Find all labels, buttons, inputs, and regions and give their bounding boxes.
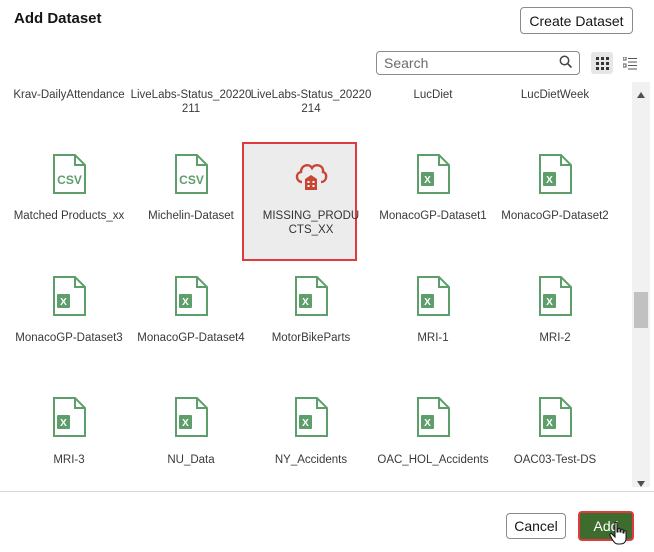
- excel-file-icon: X: [537, 276, 573, 316]
- grid-view-icon[interactable]: [591, 52, 613, 74]
- svg-text:X: X: [182, 297, 189, 308]
- dataset-label: LiveLabs-Status_20220211: [130, 89, 252, 115]
- svg-text:CSV: CSV: [57, 173, 82, 187]
- excel-file-icon: X: [537, 397, 573, 437]
- dataset-label: OAC_HOL_Accidents: [377, 454, 489, 466]
- search-box[interactable]: [376, 51, 580, 75]
- dataset-label: Matched Products_xx: [13, 210, 125, 222]
- svg-text:X: X: [302, 297, 309, 308]
- cancel-button[interactable]: Cancel: [506, 513, 566, 539]
- dataset-label: OAC03-Test-DS: [513, 454, 597, 466]
- search-icon[interactable]: [559, 55, 573, 74]
- svg-text:X: X: [424, 418, 431, 429]
- excel-file-icon: X: [415, 397, 451, 437]
- excel-file-icon: X: [293, 397, 329, 437]
- list-view-icon[interactable]: [619, 52, 641, 74]
- dataset-label: MRI-1: [417, 332, 449, 344]
- csv-file-icon: CSV: [51, 154, 87, 194]
- svg-text:X: X: [424, 175, 431, 186]
- excel-file-icon: X: [415, 154, 451, 194]
- dataset-label: NY_Accidents: [274, 454, 348, 466]
- hand-cursor-icon: [609, 521, 629, 550]
- svg-text:X: X: [546, 418, 553, 429]
- dataset-label: MonacoGP-Dataset4: [137, 332, 245, 344]
- dataset-label: MonacoGP-Dataset1: [379, 210, 487, 222]
- dataset-label: Michelin-Dataset: [148, 210, 234, 222]
- excel-file-icon: X: [537, 154, 573, 194]
- dataset-label: LiveLabs-Status_20220214: [250, 89, 372, 115]
- dataset-label: MRI-3: [53, 454, 85, 466]
- search-input[interactable]: [384, 53, 554, 73]
- dataset-label: MotorBikeParts: [271, 332, 351, 344]
- csv-file-icon: CSV: [173, 154, 209, 194]
- excel-file-icon: X: [51, 397, 87, 437]
- create-dataset-button[interactable]: Create Dataset: [520, 7, 633, 34]
- cloud-database-icon: [293, 154, 329, 194]
- dataset-label: MonacoGP-Dataset3: [15, 332, 123, 344]
- dataset-label: MonacoGP-Dataset2: [501, 210, 609, 222]
- dataset-grid: Krav-DailyAttendance LiveLabs-Status_2022…: [0, 82, 632, 487]
- dataset-label: LucDiet: [413, 89, 453, 101]
- svg-text:CSV: CSV: [179, 173, 204, 187]
- svg-text:X: X: [60, 297, 67, 308]
- dataset-label: NU_Data: [167, 454, 215, 466]
- dataset-label: Krav-DailyAttendance: [13, 89, 125, 101]
- svg-text:X: X: [546, 175, 553, 186]
- scrollbar[interactable]: [632, 82, 650, 487]
- scrollbar-thumb[interactable]: [634, 292, 648, 328]
- dataset-label: MISSING_PRODUCTS_XX: [262, 210, 360, 236]
- excel-file-icon: X: [173, 276, 209, 316]
- svg-text:X: X: [424, 297, 431, 308]
- excel-file-icon: X: [51, 276, 87, 316]
- dataset-label: LucDietWeek: [520, 89, 590, 101]
- svg-text:X: X: [546, 297, 553, 308]
- excel-file-icon: X: [415, 276, 451, 316]
- svg-text:X: X: [60, 418, 67, 429]
- dialog-title: Add Dataset: [14, 10, 102, 27]
- excel-file-icon: X: [173, 397, 209, 437]
- dataset-label: MRI-2: [539, 332, 571, 344]
- svg-text:X: X: [182, 418, 189, 429]
- excel-file-icon: X: [293, 276, 329, 316]
- scroll-up-arrow-icon[interactable]: [636, 86, 646, 104]
- svg-text:X: X: [302, 418, 309, 429]
- footer-divider: [0, 491, 654, 492]
